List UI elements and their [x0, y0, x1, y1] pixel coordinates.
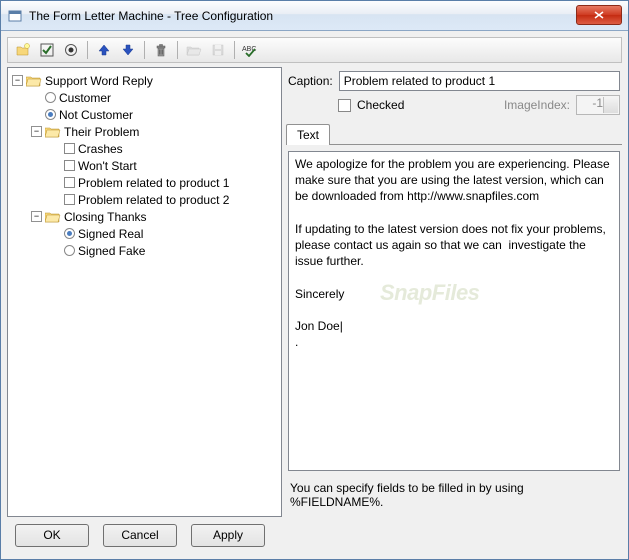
save-button — [207, 39, 229, 61]
tree-label: Closing Thanks — [64, 210, 147, 224]
check-button[interactable] — [36, 39, 58, 61]
tree-label: Crashes — [78, 142, 123, 156]
checkbox-icon[interactable] — [64, 194, 75, 205]
hint-text: You can specify fields to be filled in b… — [286, 473, 622, 517]
tree-node-problem1[interactable]: Problem related to product 1 — [50, 174, 277, 191]
folder-open-icon — [45, 125, 61, 139]
tree-label: Their Problem — [64, 125, 139, 139]
tree-node-root[interactable]: − Support Word Reply — [12, 72, 277, 89]
radio-button[interactable] — [60, 39, 82, 61]
tree-node-wont-start[interactable]: Won't Start — [50, 157, 277, 174]
separator — [234, 41, 235, 59]
radio-icon[interactable] — [45, 92, 56, 103]
tree-node-customer[interactable]: Customer — [31, 89, 277, 106]
tree-node-signed-real[interactable]: Signed Real — [50, 225, 277, 242]
collapse-icon[interactable]: − — [12, 75, 23, 86]
ok-button[interactable]: OK — [15, 524, 89, 547]
open-button — [183, 39, 205, 61]
delete-button[interactable] — [150, 39, 172, 61]
tree-node-closing-thanks[interactable]: − Closing Thanks — [31, 208, 277, 225]
tree-label: Support Word Reply — [45, 74, 153, 88]
window: The Form Letter Machine - Tree Configura… — [0, 0, 629, 560]
caption-label: Caption: — [288, 74, 333, 88]
radio-icon[interactable] — [45, 109, 56, 120]
checkbox-icon[interactable] — [64, 177, 75, 188]
titlebar[interactable]: The Form Letter Machine - Tree Configura… — [1, 1, 628, 31]
folder-open-icon — [26, 74, 42, 88]
caption-input[interactable] — [339, 71, 620, 91]
tab-text[interactable]: Text — [286, 124, 330, 145]
tree-label: Signed Fake — [78, 244, 145, 258]
checkbox-icon[interactable] — [64, 143, 75, 154]
app-icon — [7, 8, 23, 24]
imageindex-spinner: -1 — [576, 95, 620, 115]
tree-panel[interactable]: − Support Word Reply Customer — [7, 67, 282, 517]
detail-header: Caption: Checked ImageIndex: -1 — [286, 67, 622, 123]
checked-checkbox[interactable] — [338, 99, 351, 112]
tree-node-problem2[interactable]: Problem related to product 2 — [50, 191, 277, 208]
tree-label: Signed Real — [78, 227, 143, 241]
detail-panel: Caption: Checked ImageIndex: -1 Text — [286, 67, 622, 517]
separator — [177, 41, 178, 59]
window-title: The Form Letter Machine - Tree Configura… — [29, 9, 576, 23]
checked-label: Checked — [357, 98, 404, 112]
client-area: ABC − Support Word Reply Customer — [1, 31, 628, 559]
tree-label: Not Customer — [59, 108, 133, 122]
tab-strip: Text — [286, 123, 622, 145]
cancel-button[interactable]: Cancel — [103, 524, 177, 547]
new-node-button[interactable] — [12, 39, 34, 61]
tree-label: Problem related to product 1 — [78, 176, 229, 190]
separator — [144, 41, 145, 59]
tree-label: Customer — [59, 91, 111, 105]
button-bar: OK Cancel Apply — [7, 517, 622, 553]
apply-button[interactable]: Apply — [191, 524, 265, 547]
collapse-icon[interactable]: − — [31, 211, 42, 222]
tree-node-crashes[interactable]: Crashes — [50, 140, 277, 157]
move-up-button[interactable] — [93, 39, 115, 61]
imageindex-label: ImageIndex: — [504, 98, 570, 112]
close-button[interactable] — [576, 5, 622, 25]
radio-icon[interactable] — [64, 245, 75, 256]
body-textarea[interactable] — [288, 151, 620, 471]
separator — [87, 41, 88, 59]
toolbar: ABC — [7, 37, 622, 63]
folder-open-icon — [45, 210, 61, 224]
checkbox-icon[interactable] — [64, 160, 75, 171]
tree-node-their-problem[interactable]: − Their Problem — [31, 123, 277, 140]
tree-label: Problem related to product 2 — [78, 193, 229, 207]
content: − Support Word Reply Customer — [7, 67, 622, 517]
spellcheck-button[interactable]: ABC — [240, 39, 262, 61]
close-icon — [594, 11, 604, 19]
move-down-button[interactable] — [117, 39, 139, 61]
tree: − Support Word Reply Customer — [12, 72, 277, 259]
radio-icon[interactable] — [64, 228, 75, 239]
tree-label: Won't Start — [78, 159, 137, 173]
tree-node-signed-fake[interactable]: Signed Fake — [50, 242, 277, 259]
tree-node-not-customer[interactable]: Not Customer — [31, 106, 277, 123]
textarea-container — [286, 145, 622, 473]
collapse-icon[interactable]: − — [31, 126, 42, 137]
